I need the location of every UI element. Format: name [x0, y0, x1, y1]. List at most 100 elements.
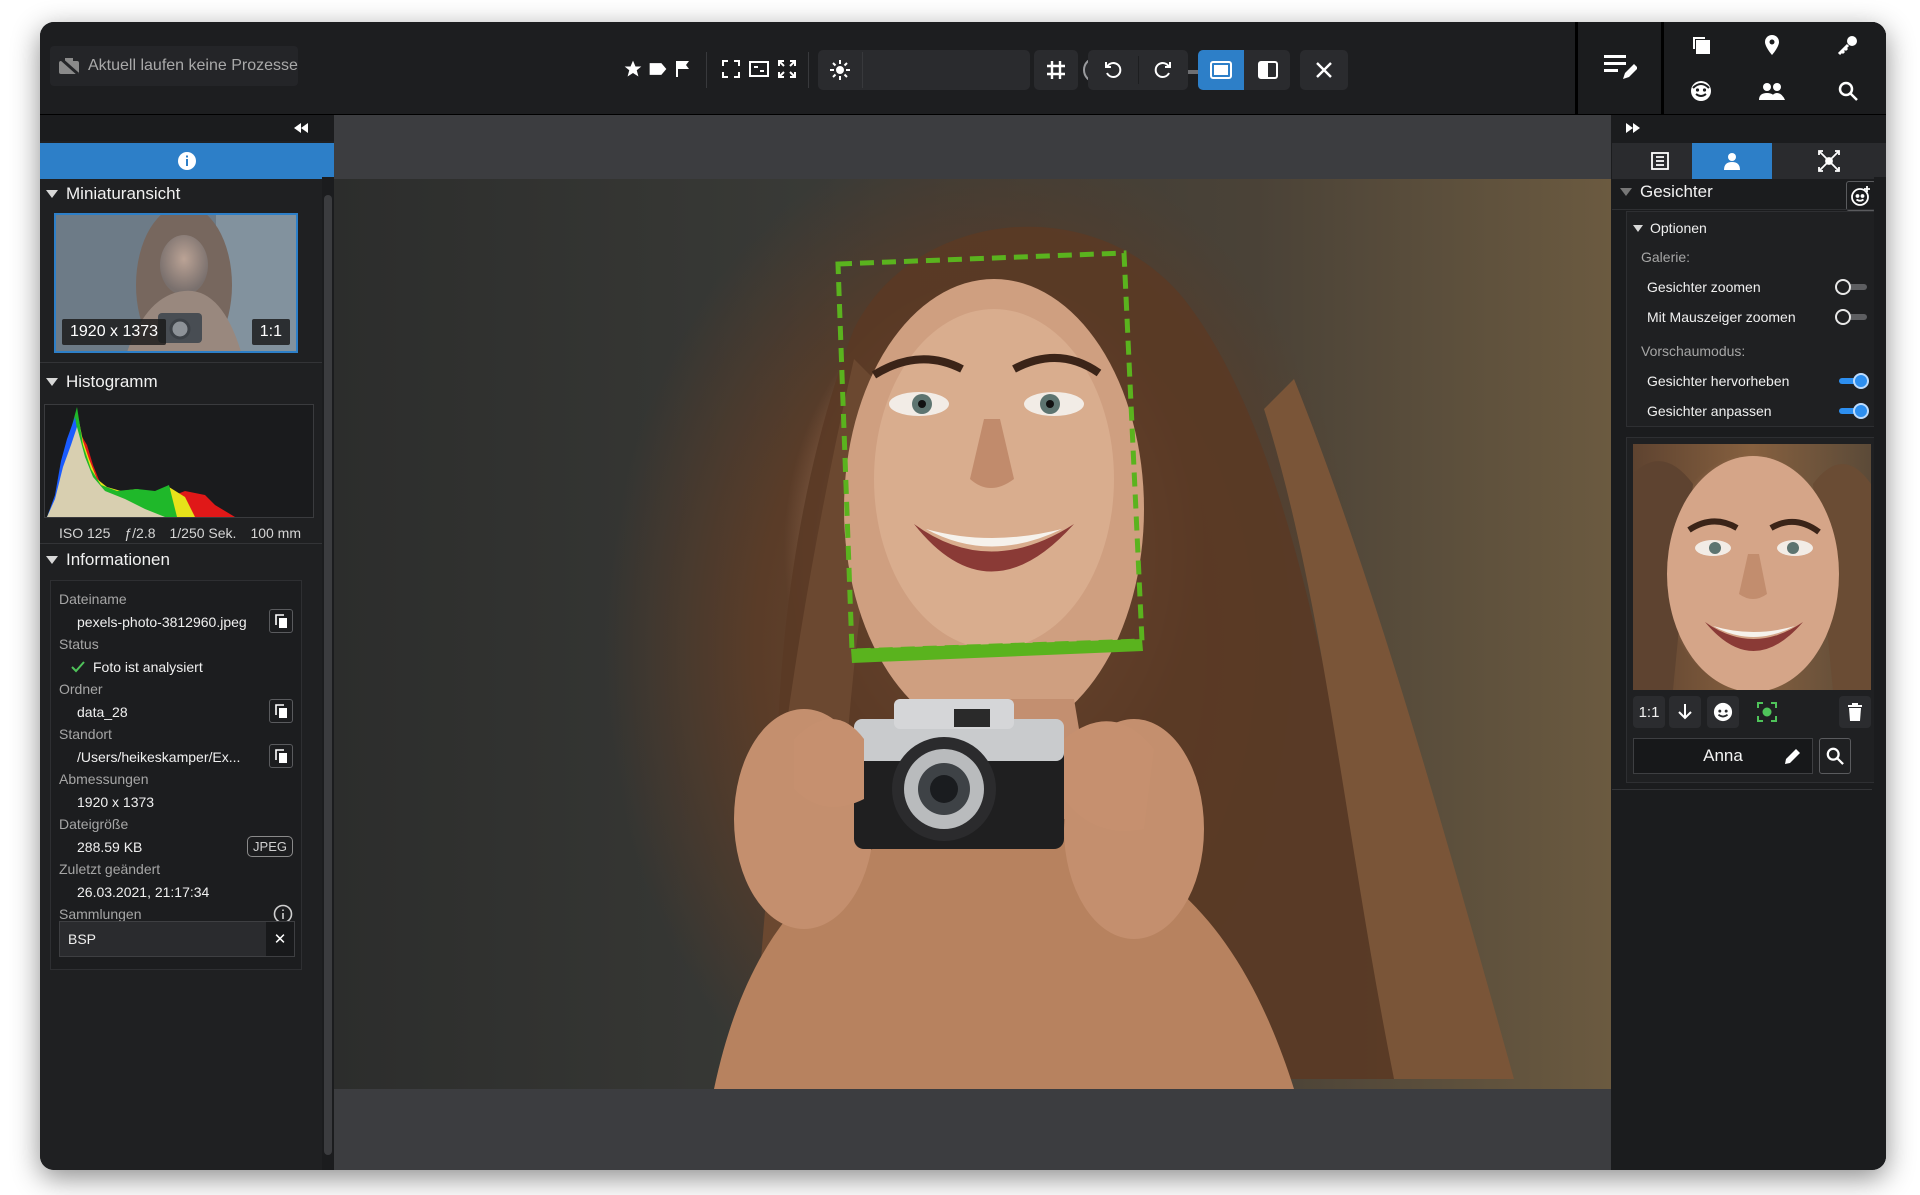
face-name: Anna [1703, 746, 1743, 765]
location-value[interactable]: /Users/heikeskamper/Ex... [77, 749, 240, 765]
compare-view-icon [1258, 61, 1278, 79]
search-face-button[interactable] [1819, 738, 1851, 774]
exif-iso: ISO 125 [58, 525, 111, 541]
image-viewer [334, 115, 1611, 1170]
dimensions-value: 1920 x 1373 [77, 794, 155, 810]
fit-button[interactable] [716, 52, 746, 86]
download-face-button[interactable] [1669, 696, 1701, 728]
zoom-pointer-toggle[interactable] [1835, 309, 1869, 325]
duplicate-button[interactable] [1664, 22, 1737, 68]
face-button[interactable] [1664, 68, 1737, 114]
face-crop-image[interactable] [1633, 444, 1871, 690]
copy-icon [275, 749, 287, 763]
face-card: 1:1 Anna [1626, 437, 1878, 783]
pencil-icon[interactable] [1784, 747, 1802, 765]
zoom-faces-label: Gesichter zoomen [1647, 279, 1761, 295]
toolbar-separator [706, 52, 707, 88]
info-tab[interactable] [40, 143, 334, 179]
brightness-icon [830, 60, 850, 80]
divider [1612, 209, 1886, 210]
tab-faces[interactable] [1692, 143, 1772, 179]
thumbnail-preview[interactable]: 1920 x 1373 1:1 [54, 213, 298, 353]
status-label: Status [59, 636, 99, 652]
face-name-input[interactable]: Anna [1633, 738, 1813, 774]
location-button[interactable] [1737, 22, 1807, 68]
copy-icon [1692, 37, 1710, 54]
single-view-button[interactable] [1198, 50, 1244, 90]
folder-value[interactable]: data_28 [77, 704, 128, 720]
face-detect-button[interactable] [1707, 696, 1739, 728]
info-box: Dateiname pexels-photo-3812960.jpeg Stat… [50, 580, 302, 970]
rotate-right-button[interactable] [1142, 52, 1184, 88]
compare-view-button[interactable] [1246, 50, 1290, 90]
filetype-badge: JPEG [247, 836, 293, 857]
face-ratio-button[interactable]: 1:1 [1633, 696, 1665, 728]
left-panel: Miniaturansicht 1920 x 1373 1:1 Histogra… [40, 115, 334, 1170]
section-thumbnail-header[interactable]: Miniaturansicht [40, 179, 320, 209]
add-face-button[interactable] [1846, 181, 1876, 211]
tab-graph[interactable] [1772, 143, 1886, 179]
top-toolbar: Aktuell laufen keine Prozesse [40, 22, 1886, 115]
expand-button[interactable] [772, 52, 802, 86]
right-panel: Gesichter Optionen Galerie: Gesichter zo… [1612, 115, 1886, 1170]
section-info-header[interactable]: Informationen [40, 545, 320, 575]
face-illustration [1633, 456, 1871, 690]
zoom-faces-toggle[interactable] [1835, 279, 1869, 295]
fullscreen-button[interactable] [744, 52, 774, 86]
app-window: Aktuell laufen keine Prozesse Miniaturan… [40, 22, 1886, 1170]
flag-button[interactable] [668, 52, 698, 86]
main-photo[interactable] [334, 179, 1611, 1089]
filesize-label: Dateigröße [59, 816, 129, 832]
divider [1612, 789, 1872, 790]
copy-folder-button[interactable] [269, 699, 293, 723]
thumbnail-dimensions: 1920 x 1373 [62, 319, 167, 345]
search-icon [1826, 747, 1844, 765]
copy-icon [275, 704, 287, 718]
key-button[interactable] [1807, 22, 1886, 68]
brightness-button[interactable] [822, 52, 858, 88]
focus-face-button[interactable] [1751, 696, 1783, 728]
grid-button[interactable] [1038, 52, 1074, 88]
fullscreen-icon [749, 61, 769, 77]
edit-metadata-button[interactable] [1578, 22, 1664, 114]
fit-faces-toggle[interactable] [1835, 403, 1869, 419]
star-icon [624, 60, 642, 77]
close-view-button[interactable] [1304, 52, 1344, 88]
options-header[interactable]: Optionen [1633, 220, 1707, 236]
gallery-label: Galerie: [1641, 249, 1691, 265]
location-label: Standort [59, 726, 112, 742]
search-button[interactable] [1807, 68, 1886, 114]
collapse-triangle-icon [46, 556, 58, 564]
section-histogram-header[interactable]: Histogramm [40, 367, 320, 397]
histogram-title: Histogramm [66, 372, 158, 391]
highlight-faces-toggle[interactable] [1835, 373, 1869, 389]
toolbar-separator [1138, 56, 1139, 84]
focus-icon [1757, 702, 1777, 722]
photo-illustration [714, 226, 1514, 1089]
process-status: Aktuell laufen keine Prozesse [50, 46, 298, 86]
rotate-left-button[interactable] [1092, 52, 1134, 88]
collection-tag: BSP [68, 931, 97, 947]
process-status-text: Aktuell laufen keine Prozesse [88, 57, 298, 74]
info-icon [178, 152, 196, 170]
people-button[interactable] [1737, 68, 1807, 114]
location-icon [1765, 35, 1779, 55]
toolbar-separator [862, 52, 863, 88]
expand-right-icon[interactable] [1626, 123, 1640, 133]
right-scrollbar[interactable] [1874, 177, 1886, 1170]
copy-filename-button[interactable] [269, 609, 293, 633]
face-icon [1690, 81, 1711, 101]
tag-icon [649, 63, 667, 75]
filename-value[interactable]: pexels-photo-3812960.jpeg [77, 614, 247, 630]
collections-input[interactable]: BSP ✕ [59, 921, 295, 957]
copy-location-button[interactable] [269, 744, 293, 768]
remove-collection-button[interactable]: ✕ [266, 922, 294, 956]
delete-face-button[interactable] [1839, 696, 1871, 728]
highlight-faces-label: Gesichter hervorheben [1647, 373, 1790, 389]
collapse-left-icon[interactable] [294, 123, 308, 133]
left-scrollbar-thumb[interactable] [324, 195, 332, 1155]
person-icon [1724, 153, 1740, 170]
options-box: Optionen Galerie: Gesichter zoomen Mit M… [1626, 211, 1878, 427]
exif-shutter: 1/250 Sek. [169, 525, 237, 541]
rotate-left-icon [1105, 62, 1122, 78]
